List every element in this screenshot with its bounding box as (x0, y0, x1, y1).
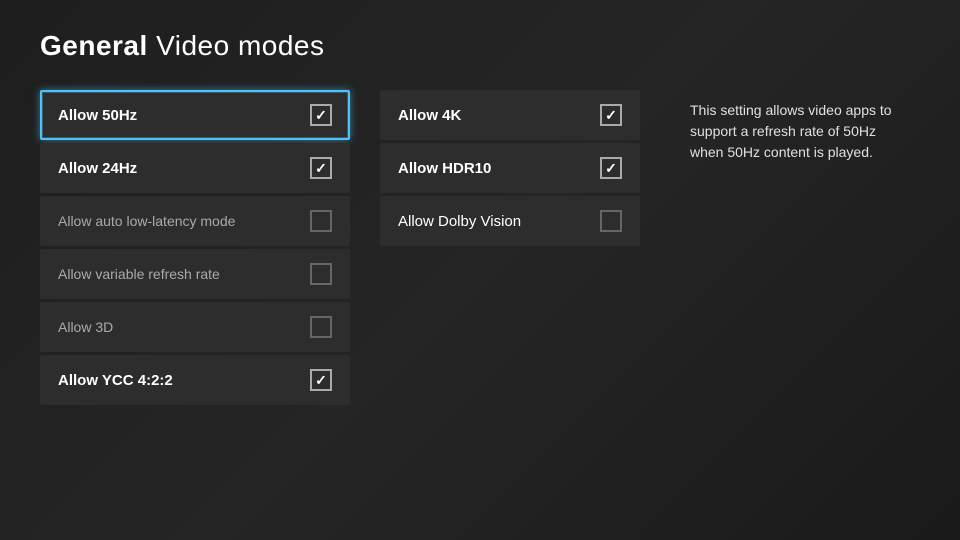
setting-label-allow-50hz: Allow 50Hz (58, 107, 137, 124)
setting-label-allow-dolby-vision: Allow Dolby Vision (398, 213, 521, 230)
setting-label-allow-variable-refresh: Allow variable refresh rate (58, 266, 220, 282)
checkbox-allow-variable-refresh[interactable] (310, 263, 332, 285)
checkbox-allow-hdr10[interactable] (600, 157, 622, 179)
info-panel: This setting allows video apps to suppor… (670, 90, 920, 408)
setting-item-allow-3d[interactable]: Allow 3D (40, 302, 350, 352)
setting-item-allow-ycc[interactable]: Allow YCC 4:2:2 (40, 355, 350, 405)
setting-label-allow-24hz: Allow 24Hz (58, 160, 137, 177)
checkbox-allow-24hz[interactable] (310, 157, 332, 179)
setting-label-allow-4k: Allow 4K (398, 107, 461, 124)
setting-item-allow-auto-low-latency[interactable]: Allow auto low-latency mode (40, 196, 350, 246)
checkbox-allow-4k[interactable] (600, 104, 622, 126)
setting-label-allow-auto-low-latency: Allow auto low-latency mode (58, 213, 235, 229)
setting-item-allow-24hz[interactable]: Allow 24Hz (40, 143, 350, 193)
page-title-light: Video modes (156, 30, 324, 61)
settings-page: General Video modes Allow 50Hz Allow 24Hz… (0, 0, 960, 540)
setting-item-allow-4k[interactable]: Allow 4K (380, 90, 640, 140)
left-column: Allow 50Hz Allow 24Hz Allow auto low-laten… (40, 90, 350, 408)
checkbox-allow-50hz[interactable] (310, 104, 332, 126)
setting-item-allow-50hz[interactable]: Allow 50Hz (40, 90, 350, 140)
page-title-bold: General (40, 30, 148, 61)
setting-label-allow-3d: Allow 3D (58, 319, 113, 335)
setting-item-allow-variable-refresh[interactable]: Allow variable refresh rate (40, 249, 350, 299)
checkbox-allow-auto-low-latency[interactable] (310, 210, 332, 232)
setting-item-allow-dolby-vision[interactable]: Allow Dolby Vision (380, 196, 640, 246)
checkbox-allow-ycc[interactable] (310, 369, 332, 391)
setting-label-allow-hdr10: Allow HDR10 (398, 160, 491, 177)
checkbox-allow-3d[interactable] (310, 316, 332, 338)
checkbox-allow-dolby-vision[interactable] (600, 210, 622, 232)
right-column: Allow 4K Allow HDR10 Allow Dolby Vision (380, 90, 640, 408)
setting-label-allow-ycc: Allow YCC 4:2:2 (58, 372, 173, 389)
content-area: Allow 50Hz Allow 24Hz Allow auto low-laten… (40, 90, 920, 408)
setting-item-allow-hdr10[interactable]: Allow HDR10 (380, 143, 640, 193)
info-text: This setting allows video apps to suppor… (690, 102, 892, 160)
page-title: General Video modes (40, 30, 920, 62)
